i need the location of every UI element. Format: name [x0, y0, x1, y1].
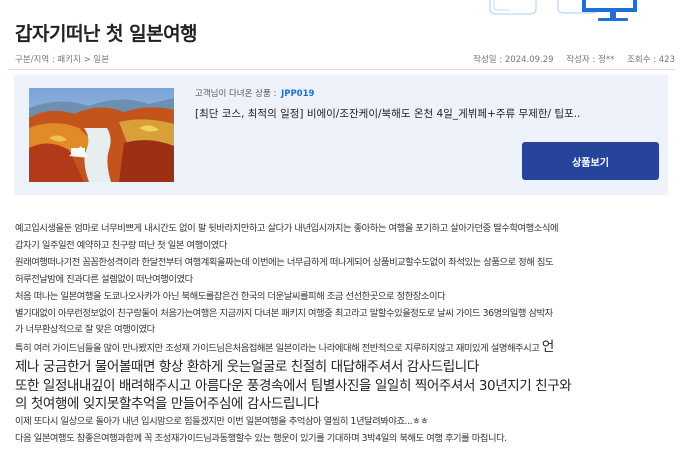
product-code-label: 고객님이 다녀온 상품 :	[195, 89, 277, 99]
review-line: 별기대없이 아무런정보없이 친구랑둘이 처음가는여행은 지금까지 다녀본 패키지…	[15, 307, 553, 319]
review-line-large: 또한 일정내내깊이 배려해주시고 아름다운 풍경속에서 팀별사진을 일일히 찍어…	[15, 377, 572, 394]
review-text-large: 언	[541, 339, 554, 356]
post-views: 조회수 : 423	[627, 55, 675, 65]
review-line: 가 너무환상적으로 잘 맞은 여행이였다	[15, 324, 155, 336]
post-author: 작성자 : 정**	[566, 55, 615, 65]
review-line: 다음 일본여행도 참좋은여행과함께 꼭 조성재가이드님과동행할수 있는 행운이 …	[15, 433, 507, 445]
view-product-button[interactable]: 상품보기	[522, 142, 659, 180]
review-line: 허루전날밤에 진과다른 설렘없이 떠난여행이였다	[15, 273, 193, 285]
review-line: 갑자기 일주일전 예약하고 친구랑 떠난 첫 일본 여행이였다	[15, 239, 228, 251]
review-text: 특히 여러 가이드님들을 많이 만나봤지만 조성재 가이드님은처음접해본 일본이…	[15, 343, 540, 355]
review-line: 예고입시생을둔 엄마로 너무비쁘게 내시간도 없이 팔 뒷바라지만하고 살다가 …	[15, 223, 559, 234]
post-date: 작성일 : 2024.09.29	[473, 55, 554, 65]
product-code-line: 고객님이 다녀온 상품 : JPP019	[195, 87, 314, 99]
breadcrumb: 구분/지역 : 패키지 > 일본	[15, 55, 110, 65]
review-line-mixed: 특히 여러 가이드님들을 많이 만나봤지만 조성재 가이드님은처음접해본 일본이…	[15, 339, 677, 358]
review-line-large: 제나 궁금한거 물어볼때면 항상 환하게 웃는얼굴로 친절히 대답해주셔서 감사…	[15, 359, 479, 376]
review-line: 원래여행떠나기전 꼼꼼한성격이라 한달전부터 여행계획을짜는데 이번에는 너무급…	[15, 256, 554, 268]
product-name[interactable]: [최단 코스, 최적의 일정] 비에이/조잔케이/북해도 온천 4일_게뷔페+주…	[195, 106, 645, 121]
post-meta: 구분/지역 : 패키지 > 일본 작성일 : 2024.09.29 작성자 : …	[15, 53, 675, 67]
header-illustration	[470, 0, 670, 22]
divider	[8, 69, 675, 70]
post-info: 작성일 : 2024.09.29 작성자 : 정** 조회수 : 423	[463, 53, 675, 65]
review-line-large: 의 첫여행에 잊지못할추억을 만들어주심에 감사드립니다	[15, 396, 320, 413]
product-card: 고객님이 다녀온 상품 : JPP019 [최단 코스, 최적의 일정] 비에이…	[14, 75, 668, 195]
review-line: 이제 또다시 일상으로 돌아가 내년 입시맘으로 힘들겠지만 이번 일본여행을 …	[15, 416, 429, 428]
review-body: 예고입시생을둔 엄마로 너무비쁘게 내시간도 없이 팔 뒷바라지만하고 살다가 …	[15, 221, 677, 448]
review-line: 처음 떠나는 일본여행을 도쿄나오사카가 아닌 북해도를잡은건 한국의 더운날씨…	[15, 290, 446, 302]
product-thumbnail[interactable]	[29, 88, 174, 182]
product-code[interactable]: JPP019	[281, 89, 314, 99]
page-title: 갑자기떠난 첫 일본여행	[15, 23, 198, 45]
